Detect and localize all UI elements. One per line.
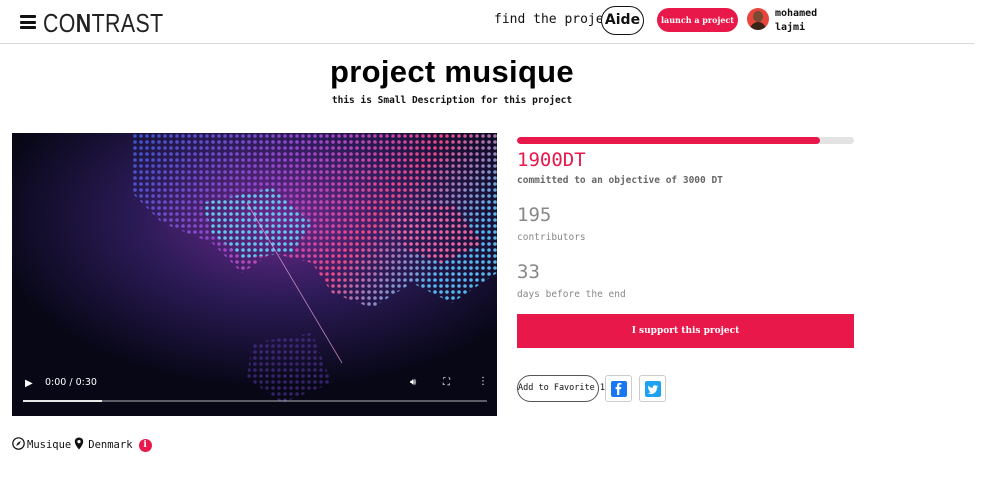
fullscreen-icon[interactable]: ⛶: [443, 377, 450, 388]
objective-text: committed to an objective of 3000 DT: [517, 175, 723, 186]
support-project-button[interactable]: I support this project: [517, 314, 854, 348]
volume-icon[interactable]: 🔊︎: [410, 377, 416, 388]
info-icon[interactable]: i: [138, 438, 152, 452]
play-icon[interactable]: ▶: [25, 378, 33, 389]
project-video[interactable]: ▶ 0:00 / 0:30 🔊︎ ⛶ ⋮: [12, 133, 497, 416]
avatar[interactable]: [747, 8, 769, 30]
video-progress-bar[interactable]: [23, 400, 487, 402]
project-meta: Musique Denmark i: [12, 437, 152, 453]
compass-icon: [12, 437, 25, 453]
project-location: Denmark: [88, 439, 133, 451]
video-frame: [12, 133, 497, 416]
add-to-favorite-button[interactable]: Add to Favorite 1: [517, 375, 605, 402]
launch-project-button[interactable]: launch a project: [657, 8, 738, 32]
facebook-icon: [611, 381, 627, 397]
top-header: CONTRAST find the projects Aide launch a…: [0, 0, 974, 44]
video-time: 0:00 / 0:30: [45, 377, 97, 388]
map-pin-icon: [74, 437, 84, 453]
amount-raised: 1900DT: [517, 149, 586, 171]
menu-icon[interactable]: [20, 15, 36, 29]
project-description: this is Small Description for this proje…: [331, 95, 573, 106]
contributors-label: contributors: [517, 232, 586, 243]
logo[interactable]: CONTRAST: [43, 8, 164, 39]
aide-button[interactable]: Aide: [601, 6, 644, 35]
project-title: project musique: [330, 54, 574, 89]
twitter-share-button[interactable]: [639, 375, 666, 402]
facebook-share-button[interactable]: [605, 375, 632, 402]
twitter-icon: [645, 381, 661, 397]
contributors-count: 195: [517, 204, 552, 226]
funding-progress-bar: [517, 137, 854, 144]
user-name[interactable]: mohamed lajmi: [775, 7, 835, 35]
more-options-icon[interactable]: ⋮: [478, 376, 488, 387]
days-left-count: 33: [517, 261, 540, 283]
days-left-label: days before the end: [517, 289, 626, 300]
project-category: Musique: [27, 439, 72, 451]
